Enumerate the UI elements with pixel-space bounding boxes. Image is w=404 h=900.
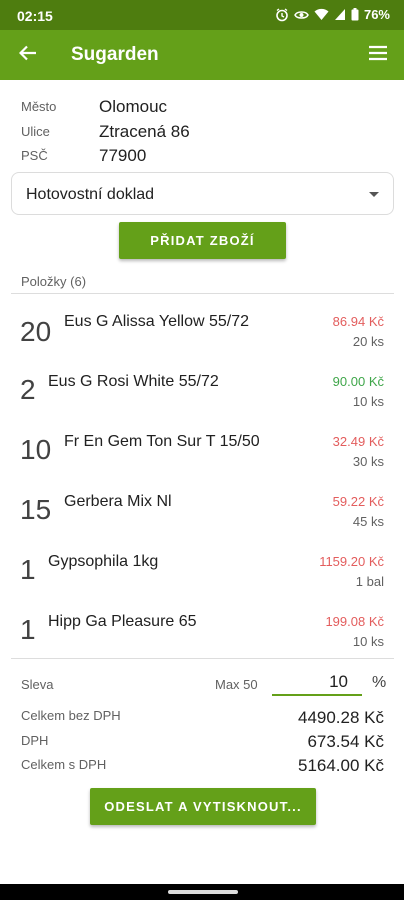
item-quantity: 10 xyxy=(20,434,52,465)
battery-icon xyxy=(351,8,359,21)
battery-level: 76% xyxy=(363,7,390,22)
list-item[interactable]: 2 Eus G Rosi White 55/72 90.00 Kč 10 ks xyxy=(0,362,404,422)
app-title: Sugarden xyxy=(71,44,159,65)
app-bar: Sugarden xyxy=(0,30,404,80)
total-without-vat-value: 4490.28 Kč xyxy=(297,708,384,727)
zip-value: 77900 xyxy=(99,146,147,165)
item-quantity: 2 xyxy=(20,374,36,405)
item-quantity: 15 xyxy=(20,494,52,525)
item-quantity: 20 xyxy=(20,316,52,347)
item-unit: 1 bal xyxy=(355,574,384,589)
item-name: Fr En Gem Ton Sur T 15/50 xyxy=(64,433,260,450)
add-goods-button[interactable]: PŘIDAT ZBOŽÍ xyxy=(119,222,286,259)
discount-unit: % xyxy=(372,674,387,691)
city-label: Město xyxy=(21,99,57,114)
item-name: Eus G Rosi White 55/72 xyxy=(48,373,219,390)
discount-input[interactable]: 10 xyxy=(272,668,362,696)
item-name: Gypsophila 1kg xyxy=(48,553,159,570)
status-icons: 76% xyxy=(275,7,390,22)
document-type-select[interactable]: Hotovostní doklad xyxy=(11,172,394,215)
item-quantity: 1 xyxy=(20,554,36,585)
wifi-icon xyxy=(314,8,329,21)
list-item[interactable]: 1 Hipp Ga Pleasure 65 199.08 Kč 10 ks xyxy=(0,602,404,662)
item-name: Hipp Ga Pleasure 65 xyxy=(48,613,197,630)
status-bar: 02:15 76% xyxy=(0,0,404,30)
list-item[interactable]: 20 Eus G Alissa Yellow 55/72 86.94 Kč 20… xyxy=(0,302,404,362)
item-unit: 10 ks xyxy=(352,394,384,409)
vat-label: DPH xyxy=(21,733,49,748)
item-unit: 20 ks xyxy=(352,334,384,349)
item-price: 32.49 Kč xyxy=(332,434,384,449)
hamburger-menu-icon xyxy=(368,45,388,66)
discount-max-label: Max 50 xyxy=(215,677,258,692)
total-without-vat-label: Celkem bez DPH xyxy=(21,708,121,723)
vat-value: 673.54 Kč xyxy=(307,732,384,751)
navigation-bar xyxy=(0,884,404,900)
divider xyxy=(11,293,394,294)
arrow-back-icon xyxy=(18,45,37,66)
menu-button[interactable] xyxy=(364,41,392,69)
document-type-value: Hotovostní doklad xyxy=(26,186,155,203)
back-button[interactable] xyxy=(14,41,42,69)
signal-icon xyxy=(334,8,346,21)
items-header: Položky (6) xyxy=(21,274,87,289)
street-label: Ulice xyxy=(21,124,50,139)
eye-icon xyxy=(294,9,309,21)
list-item[interactable]: 10 Fr En Gem Ton Sur T 15/50 32.49 Kč 30… xyxy=(0,422,404,482)
add-goods-label: PŘIDAT ZBOŽÍ xyxy=(150,233,255,248)
city-value: Olomouc xyxy=(99,97,168,116)
item-price: 59.22 Kč xyxy=(332,494,384,509)
divider xyxy=(11,658,394,659)
item-name: Eus G Alissa Yellow 55/72 xyxy=(64,313,250,330)
send-and-print-button[interactable]: ODESLAT A VYTISKNOUT... xyxy=(90,788,316,825)
item-price: 86.94 Kč xyxy=(332,314,384,329)
dropdown-arrow-icon xyxy=(369,192,379,197)
list-item[interactable]: 1 Gypsophila 1kg 1159.20 Kč 1 bal xyxy=(0,542,404,602)
send-and-print-label: ODESLAT A VYTISKNOUT... xyxy=(104,799,302,814)
home-handle[interactable] xyxy=(168,890,238,894)
discount-label: Sleva xyxy=(21,677,54,692)
total-with-vat-label: Celkem s DPH xyxy=(21,757,107,772)
item-price: 199.08 Kč xyxy=(325,614,384,629)
item-unit: 10 ks xyxy=(352,634,384,649)
item-price: 1159.20 Kč xyxy=(319,554,384,569)
alarm-icon xyxy=(275,7,289,22)
item-unit: 30 ks xyxy=(352,454,384,469)
item-name: Gerbera Mix Nl xyxy=(64,493,172,510)
item-price: 90.00 Kč xyxy=(332,374,384,389)
zip-label: PSČ xyxy=(21,148,48,163)
item-unit: 45 ks xyxy=(352,514,384,529)
street-value: Ztracená 86 xyxy=(99,122,190,141)
item-quantity: 1 xyxy=(20,614,36,645)
list-item[interactable]: 15 Gerbera Mix Nl 59.22 Kč 45 ks xyxy=(0,482,404,542)
total-with-vat-value: 5164.00 Kč xyxy=(297,756,384,775)
status-time: 02:15 xyxy=(17,8,53,24)
